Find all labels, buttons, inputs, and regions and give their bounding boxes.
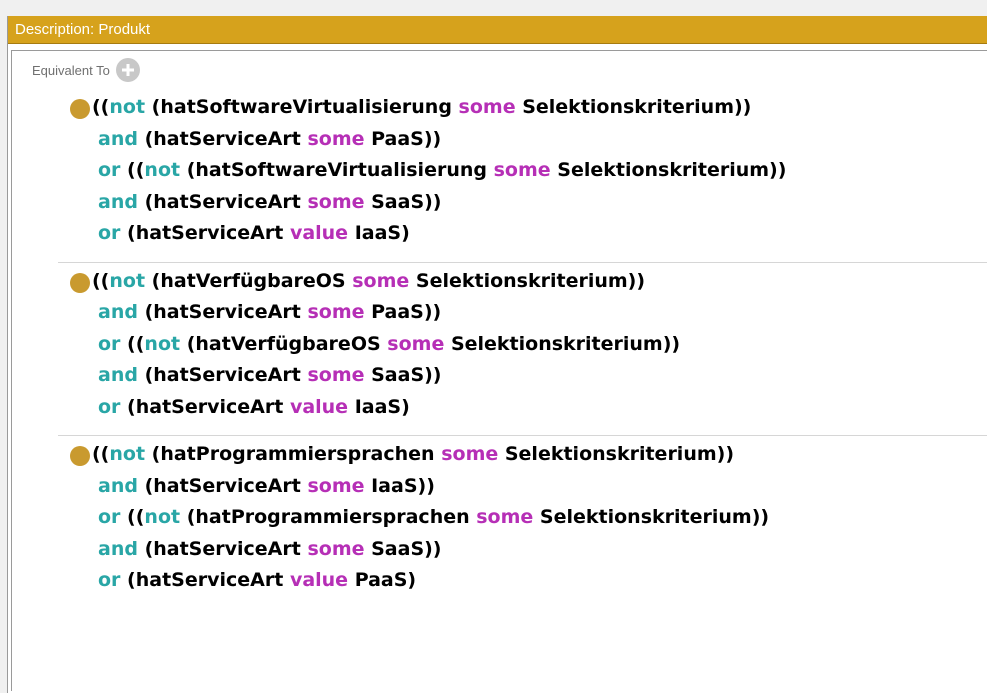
- keyword-token: and: [98, 537, 138, 560]
- expression-text: (hatServiceArt: [137, 364, 308, 386]
- expression-text: ((: [92, 269, 110, 292]
- keyword-token: or: [98, 222, 121, 244]
- class-bullet-icon[interactable]: [70, 99, 90, 119]
- class-bullet-icon[interactable]: [70, 446, 90, 466]
- expression-line: or ((not (hatProgrammiersprachen some Se…: [58, 502, 987, 534]
- keyword-token: value: [289, 222, 349, 244]
- expression-line: ((not (hatSoftwareVirtualisierung some S…: [58, 92, 987, 124]
- expression-text: PaaS)): [364, 301, 442, 323]
- expression-text: ((: [92, 96, 110, 118]
- section-header: Equivalent To: [12, 51, 987, 89]
- expression-text: (hatServiceArt: [120, 569, 290, 591]
- keyword-token: not: [144, 506, 181, 528]
- keyword-token: and: [98, 474, 138, 497]
- expression-text: SaaS)): [364, 190, 442, 213]
- keyword-token: some: [476, 506, 534, 528]
- keyword-token: some: [387, 332, 445, 355]
- expression-line: and (hatServiceArt some IaaS)): [58, 471, 987, 503]
- expression-entry[interactable]: ((not (hatVerfügbareOS some Selektionskr…: [58, 263, 987, 436]
- expression-text: Selektionskriterium)): [515, 96, 752, 118]
- keyword-token: not: [109, 443, 146, 465]
- expression-text: (hatVerfügbareOS: [180, 332, 388, 355]
- keyword-token: or: [98, 395, 121, 418]
- keyword-token: or: [98, 569, 121, 591]
- section-label: Equivalent To: [32, 62, 110, 78]
- expression-line: or (hatServiceArt value IaaS): [58, 218, 987, 250]
- expression-text: (hatVerfügbareOS: [145, 269, 353, 292]
- keyword-token: some: [458, 96, 516, 118]
- expression-text: Selektionskriterium)): [533, 506, 770, 528]
- keyword-token: or: [98, 506, 121, 528]
- add-icon[interactable]: [115, 58, 140, 82]
- keyword-token: some: [307, 301, 365, 323]
- expression-line: ((not (hatProgrammiersprachen some Selek…: [58, 439, 987, 471]
- keyword-token: not: [144, 332, 181, 355]
- expression-text: ((: [120, 332, 145, 355]
- expression-text: (hatSoftwareVirtualisierung: [145, 96, 459, 118]
- keyword-token: some: [307, 127, 365, 150]
- class-bullet-icon[interactable]: [70, 272, 90, 293]
- expression-line: ((not (hatVerfügbareOS some Selektionskr…: [58, 266, 987, 298]
- expression-line: or ((not (hatSoftwareVirtualisierung som…: [58, 155, 987, 187]
- keyword-token: and: [98, 190, 138, 213]
- expression-line: and (hatServiceArt some SaaS)): [58, 534, 987, 566]
- expression-text: (hatServiceArt: [137, 474, 308, 497]
- keyword-token: not: [109, 96, 146, 118]
- expression-text: ((: [92, 443, 110, 465]
- expression-line: or (hatServiceArt value PaaS): [58, 565, 987, 597]
- expression-line: or (hatServiceArt value IaaS): [58, 392, 987, 424]
- expression-text: IaaS): [348, 222, 410, 244]
- keyword-token: some: [307, 190, 365, 213]
- expression-text: ((: [120, 159, 145, 181]
- keyword-token: some: [307, 537, 365, 560]
- keyword-token: not: [144, 159, 181, 181]
- expression-text: ((: [120, 506, 145, 528]
- keyword-token: and: [98, 127, 138, 150]
- expression-text: (hatServiceArt: [120, 395, 290, 418]
- expression-entry[interactable]: ((not (hatProgrammiersprachen some Selek…: [58, 436, 987, 609]
- keyword-token: some: [441, 443, 499, 465]
- expression-text: (hatServiceArt: [137, 537, 308, 560]
- expression-text: PaaS)): [364, 127, 442, 150]
- expression-text: (hatServiceArt: [137, 301, 308, 323]
- keyword-token: value: [289, 569, 349, 591]
- expression-text: (hatProgrammiersprachen: [180, 506, 477, 528]
- keyword-token: or: [98, 159, 121, 181]
- expression-text: Selektionskriterium)): [444, 332, 681, 355]
- equivalent-to-list: ((not (hatSoftwareVirtualisierung some S…: [12, 89, 987, 609]
- expression-line: or ((not (hatVerfügbareOS some Selektion…: [58, 329, 987, 361]
- expression-text: IaaS): [348, 395, 410, 418]
- keyword-token: and: [98, 364, 138, 386]
- keyword-token: some: [307, 364, 365, 386]
- keyword-token: some: [307, 474, 365, 497]
- expression-text: (hatSoftwareVirtualisierung: [180, 159, 494, 181]
- keyword-token: not: [109, 269, 146, 292]
- expression-text: (hatServiceArt: [137, 127, 308, 150]
- keyword-token: or: [98, 332, 121, 355]
- keyword-token: some: [493, 159, 551, 181]
- expression-line: and (hatServiceArt some SaaS)): [58, 187, 987, 219]
- keyword-token: and: [98, 301, 138, 323]
- expression-text: PaaS): [348, 569, 417, 591]
- keyword-token: some: [352, 269, 410, 292]
- expression-entry[interactable]: ((not (hatSoftwareVirtualisierung some S…: [58, 89, 987, 263]
- expression-text: IaaS)): [364, 474, 435, 497]
- expression-text: Selektionskriterium)): [409, 269, 646, 292]
- expression-text: (hatProgrammiersprachen: [145, 443, 442, 465]
- expression-text: (hatServiceArt: [137, 190, 308, 213]
- expression-text: Selektionskriterium)): [498, 443, 735, 465]
- expression-line: and (hatServiceArt some SaaS)): [58, 360, 987, 392]
- description-panel: Equivalent To ((not (hatSoftwareVirtuali…: [11, 50, 987, 691]
- expression-text: Selektionskriterium)): [550, 159, 787, 181]
- expression-text: (hatServiceArt: [120, 222, 290, 244]
- window-title: Description: Produkt: [8, 16, 987, 44]
- expression-line: and (hatServiceArt some PaaS)): [58, 124, 987, 156]
- expression-text: SaaS)): [364, 537, 442, 560]
- expression-text: SaaS)): [364, 364, 442, 386]
- keyword-token: value: [289, 395, 349, 418]
- expression-line: and (hatServiceArt some PaaS)): [58, 297, 987, 329]
